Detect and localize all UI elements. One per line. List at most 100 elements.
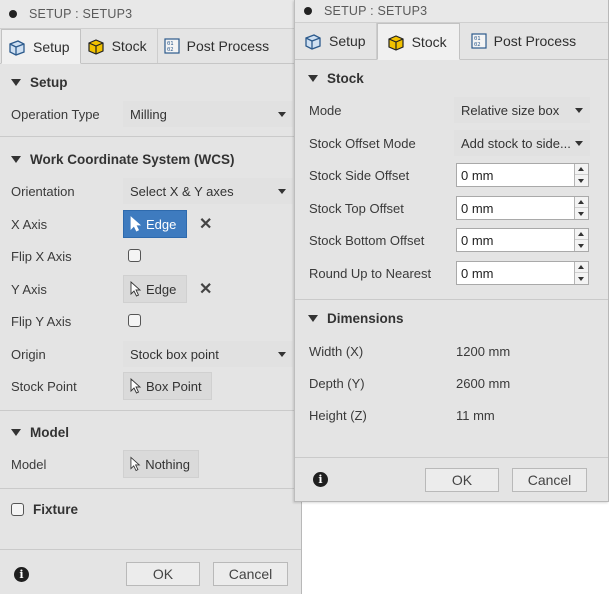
divider xyxy=(0,136,301,137)
clear-y-axis-close-icon[interactable]: ✕ xyxy=(199,279,212,299)
tab-setup-label: Setup xyxy=(329,33,366,49)
spinner-arrows-icon[interactable] xyxy=(574,262,588,284)
spinner-arrows-icon[interactable] xyxy=(574,164,588,186)
stock-offset-mode-dropdown[interactable]: Add stock to side... xyxy=(454,130,590,156)
tab-bar: Setup Stock 01 02 Post Process xyxy=(0,29,301,64)
spinner-arrows-icon[interactable] xyxy=(574,197,588,219)
cursor-arrow-icon xyxy=(130,456,141,472)
chevron-down-icon xyxy=(575,108,583,113)
clear-x-axis-close-icon[interactable]: ✕ xyxy=(199,214,212,234)
flip-y-checkbox[interactable] xyxy=(128,314,141,327)
y-axis-label: Y Axis xyxy=(11,281,47,297)
dialog-title-bar[interactable]: SETUP : SETUP3 xyxy=(295,0,608,23)
tab-post-process[interactable]: 01 02 Post Process xyxy=(158,29,279,63)
x-axis-row: X Axis Edge ✕ xyxy=(0,209,301,239)
ok-button[interactable]: OK xyxy=(425,468,499,492)
setup-dialog-stock-tab: SETUP : SETUP3 Setup Stock 01 02 Post Pr… xyxy=(294,0,609,502)
stock-side-offset-spinner[interactable]: 0 mm xyxy=(456,163,589,187)
tab-stock[interactable]: Stock xyxy=(376,23,460,60)
x-axis-select-button[interactable]: Edge xyxy=(123,210,187,238)
fixture-checkbox[interactable] xyxy=(11,502,24,516)
dialog-title: SETUP : SETUP3 xyxy=(324,4,428,18)
orientation-dropdown[interactable]: Select X & Y axes xyxy=(123,178,293,204)
section-header-wcs[interactable]: Work Coordinate System (WCS) xyxy=(0,150,301,168)
orientation-label: Orientation xyxy=(11,183,75,199)
stock-top-offset-spinner[interactable]: 0 mm xyxy=(456,196,589,220)
info-icon[interactable]: i xyxy=(313,472,328,487)
tab-post-process-label: Post Process xyxy=(186,38,270,54)
depth-label: Depth (Y) xyxy=(309,376,365,391)
tab-post-process-label: Post Process xyxy=(493,33,577,49)
model-value: Nothing xyxy=(145,456,190,472)
stock-bottom-offset-value: 0 mm xyxy=(461,232,494,248)
chevron-down-icon xyxy=(278,189,286,194)
x-axis-value: Edge xyxy=(146,216,177,232)
section-header-setup[interactable]: Setup xyxy=(0,73,301,91)
section-header-stock[interactable]: Stock xyxy=(295,69,608,87)
stock-cube-icon xyxy=(87,39,104,55)
cancel-button[interactable]: Cancel xyxy=(512,468,587,492)
stock-cube-icon xyxy=(387,34,404,51)
section-title: Stock xyxy=(327,70,364,86)
dialog-title-bar[interactable]: SETUP : SETUP3 xyxy=(0,0,301,29)
cancel-button-label: Cancel xyxy=(228,566,273,582)
section-header-fixture: Fixture xyxy=(0,500,301,518)
orientation-row: Orientation Select X & Y axes xyxy=(0,176,301,206)
info-icon[interactable]: i xyxy=(14,567,29,582)
section-header-dimensions[interactable]: Dimensions xyxy=(295,309,608,327)
collapse-triangle-icon xyxy=(11,78,21,86)
flip-x-checkbox[interactable] xyxy=(128,249,141,262)
flip-y-label: Flip Y Axis xyxy=(11,313,72,329)
y-axis-row: Y Axis Edge ✕ xyxy=(0,274,301,304)
section-title: Work Coordinate System (WCS) xyxy=(30,151,235,167)
stock-point-select-button[interactable]: Box Point xyxy=(123,372,212,400)
ok-button[interactable]: OK xyxy=(126,562,200,586)
round-up-row: Round Up to Nearest 0 mm xyxy=(295,258,608,288)
dialog-title: SETUP : SETUP3 xyxy=(29,7,133,21)
setup-icon xyxy=(305,34,321,50)
cursor-arrow-icon xyxy=(130,378,142,394)
origin-dropdown[interactable]: Stock box point xyxy=(123,341,293,367)
y-axis-value: Edge xyxy=(146,281,177,297)
chevron-down-icon xyxy=(278,352,286,357)
model-select-button[interactable]: Nothing xyxy=(123,450,199,478)
divider xyxy=(0,488,301,489)
cancel-button[interactable]: Cancel xyxy=(213,562,288,586)
depth-value: 2600 mm xyxy=(456,376,511,391)
stock-side-offset-value: 0 mm xyxy=(461,167,494,183)
stock-top-offset-row: Stock Top Offset 0 mm xyxy=(295,193,608,223)
ok-button-label: OK xyxy=(152,566,174,582)
mode-row: Mode Relative size box xyxy=(295,95,608,125)
mode-value: Relative size box xyxy=(461,102,560,118)
mode-dropdown[interactable]: Relative size box xyxy=(454,97,590,123)
stock-bottom-offset-spinner[interactable]: 0 mm xyxy=(456,228,589,252)
setup-dialog-setup-tab: SETUP : SETUP3 Setup Stock 01 02 Post Pr… xyxy=(0,0,302,594)
tab-stock[interactable]: Stock xyxy=(81,29,158,63)
stock-point-row: Stock Point Box Point xyxy=(0,371,301,401)
tab-setup[interactable]: Setup xyxy=(295,23,377,59)
round-up-value: 0 mm xyxy=(461,265,494,281)
flip-y-row: Flip Y Axis xyxy=(0,306,301,336)
spinner-arrows-icon[interactable] xyxy=(574,229,588,251)
collapse-triangle-icon xyxy=(308,314,318,322)
width-label: Width (X) xyxy=(309,344,364,359)
operation-type-dropdown[interactable]: Milling xyxy=(123,101,293,127)
flip-x-row: Flip X Axis xyxy=(0,241,301,271)
section-header-model[interactable]: Model xyxy=(0,423,301,441)
collapse-triangle-icon xyxy=(11,155,21,163)
divider xyxy=(0,549,301,550)
round-up-spinner[interactable]: 0 mm xyxy=(456,261,589,285)
dialog-status-dot-icon xyxy=(9,10,17,18)
height-label: Height (Z) xyxy=(309,408,367,423)
chevron-down-icon xyxy=(575,141,583,146)
operation-type-label: Operation Type xyxy=(11,106,100,122)
tab-setup[interactable]: Setup xyxy=(1,29,81,64)
setup-icon xyxy=(9,39,25,56)
divider xyxy=(295,299,608,300)
stock-bottom-offset-label: Stock Bottom Offset xyxy=(309,232,425,248)
tab-post-process[interactable]: 01 02 Post Process xyxy=(460,23,586,59)
section-title: Dimensions xyxy=(327,310,404,326)
stock-offset-mode-label: Stock Offset Mode xyxy=(309,135,416,151)
y-axis-select-button[interactable]: Edge xyxy=(123,275,187,303)
stock-point-value: Box Point xyxy=(146,378,202,394)
